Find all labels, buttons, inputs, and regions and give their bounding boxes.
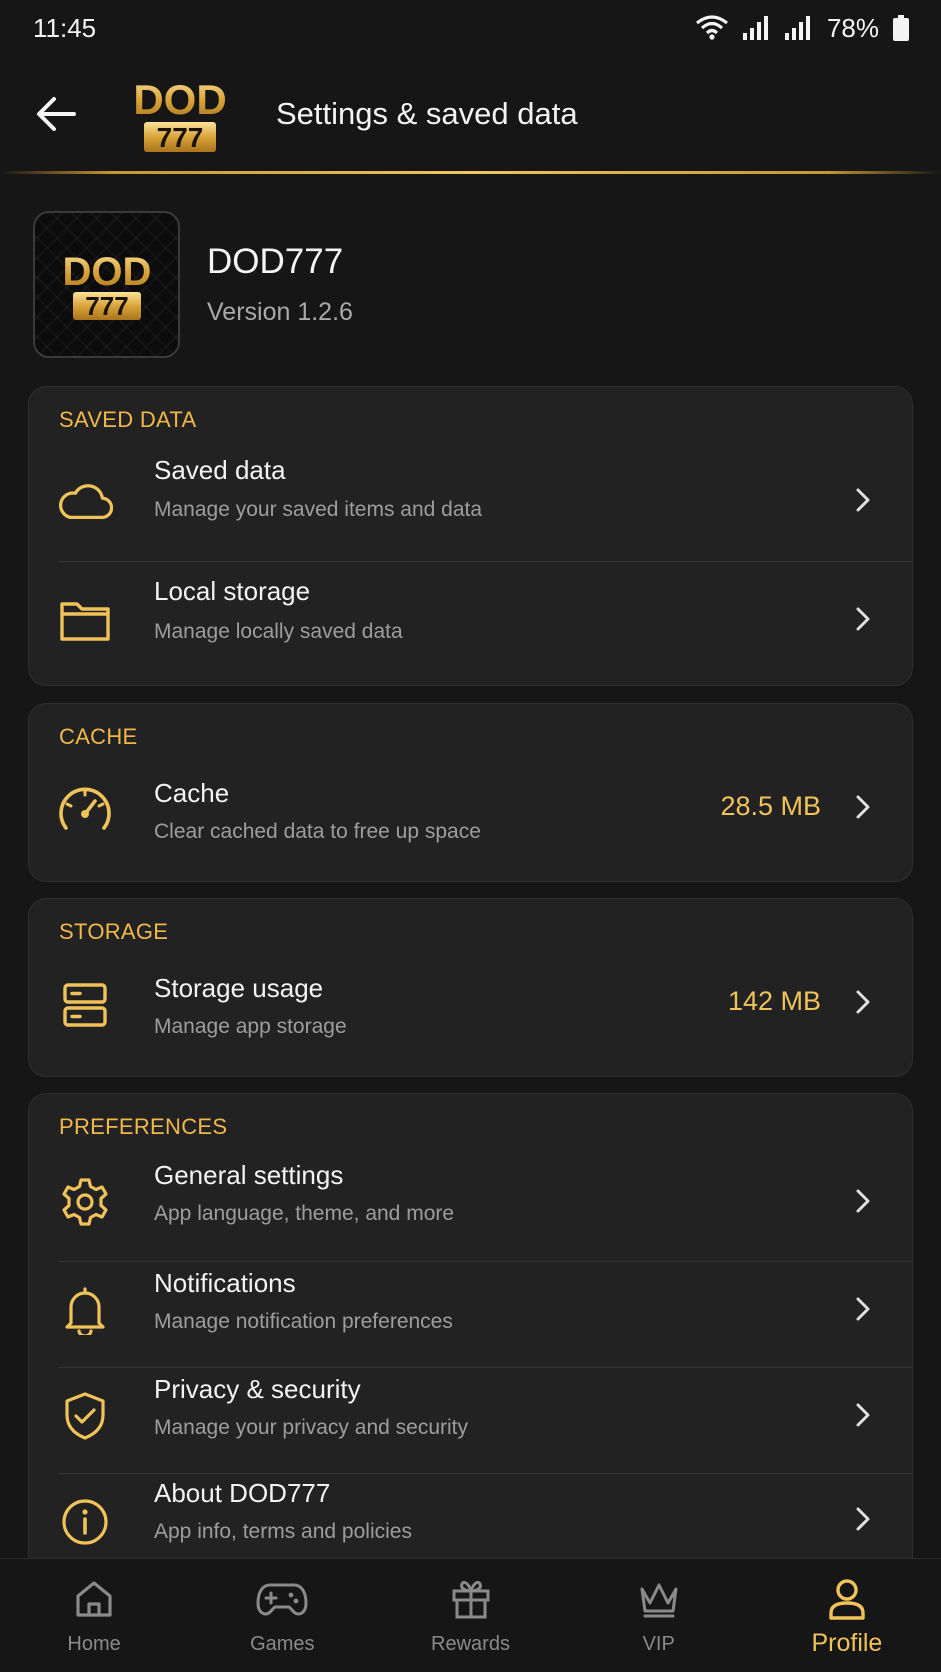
- signal-icon: [742, 16, 768, 40]
- section-title: PREFERENCES: [59, 1114, 228, 1139]
- chevron-right-icon: [856, 1189, 870, 1213]
- row-title: Notifications: [154, 1268, 296, 1298]
- section-title: STORAGE: [59, 919, 169, 944]
- page-title: Settings & saved data: [276, 96, 578, 131]
- privacy-security-row[interactable]: Privacy & security Manage your privacy a…: [29, 1368, 912, 1473]
- app-icon: DOD 777: [33, 211, 180, 358]
- battery-percent: 78%: [826, 12, 879, 43]
- saved-data-row[interactable]: Saved data Manage your saved items and d…: [29, 443, 912, 561]
- nav-profile[interactable]: Profile: [753, 1559, 941, 1672]
- cache-row[interactable]: Cache Clear cached data to free up space…: [29, 762, 912, 881]
- chevron-right-icon: [856, 1507, 870, 1531]
- user-icon: [827, 1577, 867, 1621]
- row-subtitle: Manage your privacy and security: [154, 1416, 468, 1439]
- bell-icon: [57, 1282, 113, 1338]
- status-icons: 78%: [695, 13, 909, 44]
- svg-text:DOD: DOD: [62, 250, 151, 294]
- row-title: Local storage: [154, 576, 311, 606]
- row-title: Storage usage: [154, 973, 324, 1003]
- nav-label: Profile: [811, 1629, 883, 1657]
- row-title: Privacy & security: [154, 1374, 361, 1404]
- dod777-logo: DOD 777: [133, 76, 226, 153]
- bottom-nav: Home Games Rewards VIP Profile: [0, 1558, 941, 1672]
- folder-icon: [57, 592, 113, 648]
- app-version: Version 1.2.6: [207, 298, 353, 326]
- preferences-card: PREFERENCES General settings App languag…: [28, 1093, 913, 1593]
- signal-icon-2: [784, 16, 810, 40]
- row-title: General settings: [154, 1160, 344, 1190]
- cloud-icon: [57, 473, 113, 529]
- status-time: 11:45: [33, 12, 97, 43]
- app-name: DOD777: [207, 242, 344, 281]
- notifications-row[interactable]: Notifications Manage notification prefer…: [29, 1262, 912, 1367]
- wifi-icon: [695, 15, 728, 40]
- chevron-right-icon: [856, 607, 870, 631]
- storage-card: STORAGE Storage usage Manage app storage…: [28, 898, 913, 1077]
- status-bar: 11:45 78%: [0, 0, 941, 56]
- row-title: Cache: [154, 778, 230, 808]
- info-icon: [57, 1494, 113, 1550]
- dod777-logo-large: DOD 777: [62, 250, 151, 321]
- svg-text:DOD: DOD: [133, 76, 226, 123]
- home-icon: [73, 1577, 115, 1621]
- chevron-right-icon: [856, 1297, 870, 1321]
- chevron-right-icon: [856, 990, 870, 1014]
- nav-vip[interactable]: VIP: [565, 1559, 753, 1672]
- nav-label: Rewards: [431, 1633, 510, 1655]
- general-settings-row[interactable]: General settings App language, theme, an…: [29, 1152, 912, 1257]
- nav-games[interactable]: Games: [188, 1559, 376, 1672]
- row-subtitle: Manage locally saved data: [154, 620, 403, 643]
- row-subtitle: Clear cached data to free up space: [154, 820, 481, 843]
- saved-data-card: SAVED DATA Saved data Manage your saved …: [28, 386, 913, 686]
- chevron-right-icon: [856, 488, 870, 512]
- nav-rewards[interactable]: Rewards: [376, 1559, 564, 1672]
- section-title: SAVED DATA: [59, 407, 197, 432]
- svg-text:777: 777: [85, 291, 128, 321]
- svg-text:777: 777: [157, 122, 204, 153]
- nav-label: Games: [250, 1633, 315, 1655]
- gift-icon: [450, 1577, 492, 1621]
- storage-size: 142 MB: [727, 986, 821, 1016]
- row-title: About DOD777: [154, 1478, 331, 1508]
- chevron-right-icon: [856, 795, 870, 819]
- speedometer-icon: [57, 780, 113, 836]
- shield-check-icon: [57, 1388, 113, 1444]
- row-subtitle: App info, terms and policies: [154, 1520, 412, 1543]
- arrow-left-icon: [37, 97, 76, 131]
- section-title: CACHE: [59, 724, 138, 749]
- nav-label: Home: [67, 1633, 121, 1655]
- row-title: Saved data: [154, 455, 286, 485]
- app-info: DOD 777 DOD777 Version 1.2.6: [33, 211, 353, 358]
- local-storage-row[interactable]: Local storage Manage locally saved data: [29, 562, 912, 682]
- row-subtitle: App language, theme, and more: [154, 1202, 455, 1225]
- gamepad-icon: [256, 1577, 308, 1621]
- gear-icon: [57, 1174, 113, 1230]
- storage-usage-row[interactable]: Storage usage Manage app storage 142 MB: [29, 957, 912, 1076]
- crown-icon: [637, 1577, 681, 1621]
- row-subtitle: Manage your saved items and data: [154, 498, 483, 521]
- back-button[interactable]: [26, 84, 86, 144]
- app-bar: DOD 777 Settings & saved data: [0, 56, 941, 172]
- battery-icon: [893, 15, 909, 41]
- nav-home[interactable]: Home: [0, 1559, 188, 1672]
- server-icon: [57, 977, 113, 1033]
- cache-card: CACHE Cache Clear cached data to free up…: [28, 703, 913, 882]
- cache-size: 28.5 MB: [720, 791, 821, 821]
- nav-label: VIP: [642, 1633, 675, 1655]
- header-divider: [0, 171, 941, 174]
- row-subtitle: Manage app storage: [154, 1015, 347, 1038]
- chevron-right-icon: [856, 1403, 870, 1427]
- row-subtitle: Manage notification preferences: [154, 1310, 453, 1333]
